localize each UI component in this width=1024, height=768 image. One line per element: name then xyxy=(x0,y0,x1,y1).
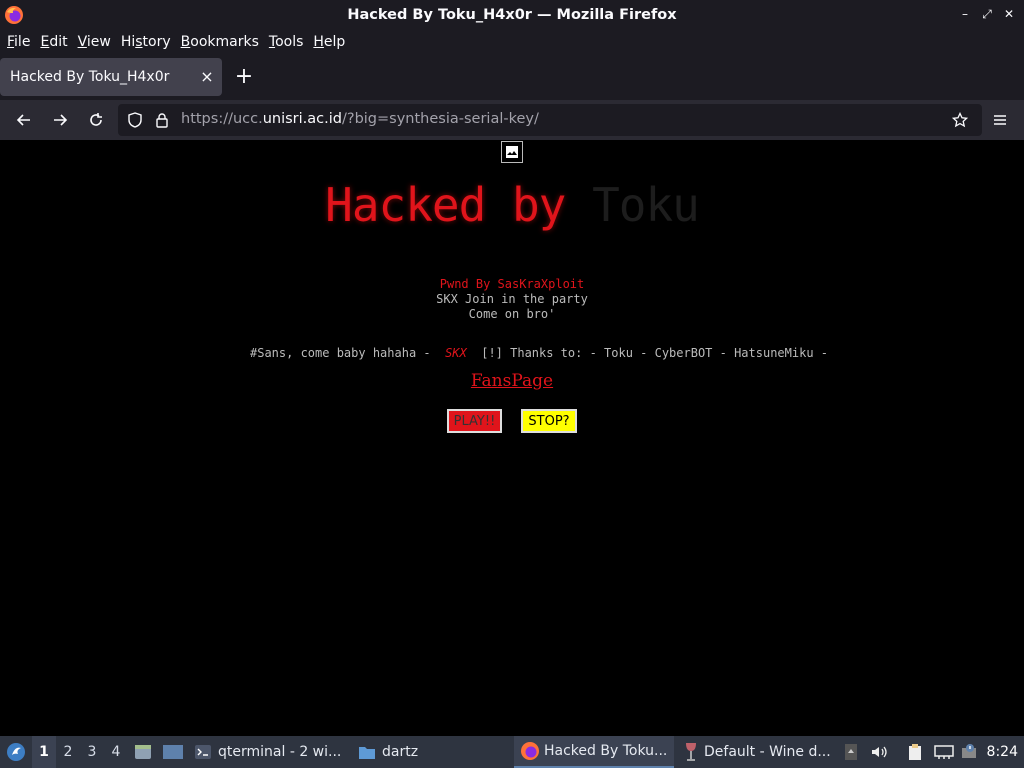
stop-button[interactable]: STOP? xyxy=(521,409,577,433)
firefox-icon xyxy=(521,742,539,760)
minimize-button[interactable]: – xyxy=(958,7,972,21)
tray-arrow-icon[interactable] xyxy=(844,736,858,768)
workspace-1[interactable]: 1 xyxy=(32,736,56,768)
network-icon[interactable] xyxy=(934,736,954,768)
workspace-4[interactable]: 4 xyxy=(104,736,128,768)
show-desktop-icon[interactable] xyxy=(162,736,184,768)
wine-glass-icon xyxy=(686,743,696,761)
menu-history[interactable]: History xyxy=(117,34,175,50)
firefox-logo-icon xyxy=(5,6,23,24)
join-party-text: SKX Join in the party xyxy=(436,292,588,306)
window-titlebar: Hacked By Toku_H4x0r — Mozilla Firefox –… xyxy=(0,0,1024,30)
back-button[interactable] xyxy=(10,106,38,134)
task-qterminal[interactable]: qterminal - 2 wi... xyxy=(194,736,341,768)
menu-tools[interactable]: Tools xyxy=(265,34,308,50)
fanspage-link[interactable]: FansPage xyxy=(0,371,1024,391)
menu-bookmarks[interactable]: Bookmarks xyxy=(177,34,263,50)
url-text[interactable]: https://ucc.unisri.ac.id/?big=synthesia-… xyxy=(181,111,539,127)
task-firefox[interactable]: Hacked By Toku... xyxy=(514,736,674,768)
menu-file[interactable]: File xyxy=(3,34,34,50)
app-launcher-icon xyxy=(7,743,25,761)
clipboard-icon[interactable] xyxy=(906,736,924,768)
tab-strip: Hacked By Toku_H4x0r × + xyxy=(0,54,1024,100)
workspace-2[interactable]: 2 xyxy=(56,736,80,768)
menu-view[interactable]: View xyxy=(74,34,115,50)
reload-icon xyxy=(90,113,102,126)
clock[interactable]: 8:24 xyxy=(987,736,1018,768)
navigation-toolbar: https://ucc.unisri.ac.id/?big=synthesia-… xyxy=(0,100,1024,140)
close-window-button[interactable]: ✕ xyxy=(1002,7,1016,21)
task-wine[interactable]: Default - Wine d... xyxy=(684,736,831,768)
tab-title: Hacked By Toku_H4x0r xyxy=(10,69,170,85)
new-tab-button[interactable]: + xyxy=(232,66,256,90)
pwnd-by-text: Pwnd By SasKraXploit xyxy=(439,277,585,291)
play-button[interactable]: PLAY!! xyxy=(447,409,502,433)
tab-close-icon[interactable]: × xyxy=(196,66,218,88)
terminal-icon xyxy=(195,745,211,759)
come-on-text: Come on bro' xyxy=(468,307,556,321)
url-bar[interactable]: https://ucc.unisri.ac.id/?big=synthesia-… xyxy=(118,104,982,136)
taskbar: 1 2 3 4 qterminal - 2 wi... dartz Hacked… xyxy=(0,736,1024,768)
bookmark-star-icon[interactable] xyxy=(952,112,968,128)
file-manager-launcher-icon[interactable] xyxy=(134,736,152,768)
notification-icon[interactable] xyxy=(960,736,980,768)
forward-button[interactable] xyxy=(46,106,74,134)
hacked-heading: Hacked by Toku xyxy=(325,178,700,232)
tab-active[interactable]: Hacked By Toku_H4x0r × xyxy=(0,58,222,96)
reload-button[interactable] xyxy=(82,106,110,134)
menu-edit[interactable]: Edit xyxy=(36,34,71,50)
back-arrow-icon xyxy=(16,114,30,126)
app-menu-button[interactable] xyxy=(986,106,1014,134)
forward-arrow-icon xyxy=(54,114,68,126)
task-dartz[interactable]: dartz xyxy=(358,736,418,768)
lock-icon[interactable] xyxy=(154,112,170,128)
page-content: Hacked by Toku Pwnd By SasKraXploit SKX … xyxy=(0,140,1024,736)
folder-icon xyxy=(359,747,375,759)
hamburger-menu-icon xyxy=(994,115,1006,125)
volume-icon[interactable] xyxy=(870,736,888,768)
broken-image-icon xyxy=(501,141,523,163)
start-menu-button[interactable] xyxy=(4,736,28,768)
tracking-shield-icon[interactable] xyxy=(127,112,143,128)
thanks-text: #Sans, come baby hahaha - SKX [!] Thanks… xyxy=(250,346,828,360)
menu-bar: File Edit View History Bookmarks Tools H… xyxy=(0,30,1024,54)
menu-help[interactable]: Help xyxy=(309,34,349,50)
maximize-button[interactable]: ⤢ xyxy=(980,7,994,21)
window-title: Hacked By Toku_H4x0r — Mozilla Firefox xyxy=(347,7,677,23)
workspace-3[interactable]: 3 xyxy=(80,736,104,768)
